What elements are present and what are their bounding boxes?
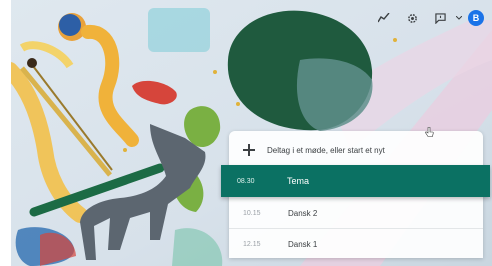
agenda-item-time: 12.15 (243, 240, 261, 248)
agenda-item-time: 08.30 (237, 177, 255, 185)
avatar[interactable]: B (468, 10, 484, 26)
join-or-start-meeting-button[interactable]: Deltag i et møde, eller start et nyt (229, 137, 483, 163)
screen-bezel (0, 0, 11, 266)
agenda-item-title: Dansk 1 (288, 239, 318, 249)
top-toolbar: B (370, 8, 484, 28)
agenda-item-time: 10.15 (243, 209, 261, 217)
hand-cursor-icon (425, 127, 434, 137)
screen: B Deltag i et møde, eller start et nyt 0… (0, 0, 492, 266)
gear-icon[interactable] (398, 8, 426, 28)
join-or-start-label: Deltag i et møde, eller start et nyt (267, 145, 385, 155)
agenda-item-active[interactable]: 08.30 Tema (221, 165, 490, 197)
activity-icon[interactable] (370, 8, 398, 28)
agenda-item[interactable]: 12.15 Dansk 1 (229, 229, 483, 259)
agenda-item-title: Dansk 2 (288, 208, 318, 218)
plus-icon (243, 144, 255, 156)
feedback-icon[interactable] (426, 8, 454, 28)
agenda-item[interactable]: 10.15 Dansk 2 (229, 198, 483, 228)
agenda-item-title: Tema (287, 176, 310, 186)
chevron-down-icon[interactable] (454, 8, 464, 28)
